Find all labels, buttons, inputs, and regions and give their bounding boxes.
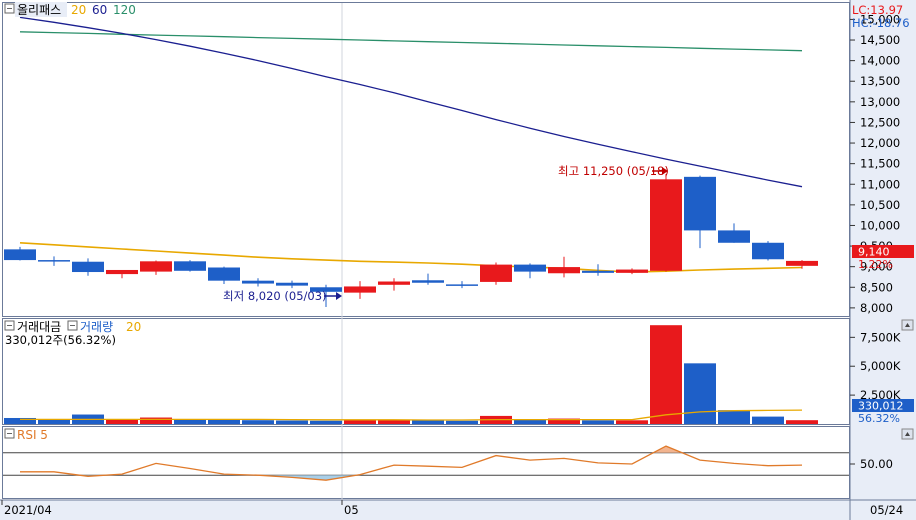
candle-down (718, 230, 750, 243)
candle-up (344, 286, 376, 293)
price-tick-label: 13,500 (860, 74, 900, 88)
price-panel-header[interactable]: 올리패스 20 60 120 (4, 2, 136, 17)
candle-down (514, 264, 546, 272)
candle-down (446, 284, 478, 286)
volume-title-amount: 거래대금 (17, 320, 61, 334)
candle-up (650, 179, 682, 271)
stock-chart: 8,0008,5009,0009,50010,00010,50011,00011… (0, 0, 916, 520)
price-tick-label: 12,000 (860, 136, 900, 150)
volume-bar (140, 417, 172, 424)
current-price-value: 9,140 (858, 246, 890, 259)
candle-up (378, 281, 410, 285)
x-label-end: 05/24 (870, 503, 903, 517)
volume-tick-label: 7,500K (860, 330, 901, 344)
volume-bar (208, 419, 240, 424)
price-tick-label: 11,000 (860, 177, 900, 191)
x-axis-background (0, 500, 916, 520)
volume-bar (582, 420, 614, 424)
candle-down (208, 267, 240, 281)
volume-bar (718, 410, 750, 424)
price-tick-label: 10,500 (860, 198, 900, 212)
candle-up (548, 267, 580, 274)
candle-down (174, 261, 206, 271)
volume-tag-pct: 56.32% (858, 412, 900, 425)
candle-up (106, 269, 138, 275)
price-tick-label: 13,000 (860, 95, 900, 109)
lc-label: LC:13.97 (852, 3, 903, 17)
candle-down (276, 282, 308, 286)
candle-up (480, 264, 512, 282)
candle-down (684, 176, 716, 231)
rsi-panel-button[interactable] (901, 428, 914, 440)
volume-bar (378, 420, 410, 424)
volume-bar (616, 420, 648, 424)
volume-bar (242, 420, 274, 424)
price-tick-label: 14,000 (860, 54, 900, 68)
price-tick-label: 11,500 (860, 157, 900, 171)
volume-panel-button[interactable] (901, 319, 914, 331)
volume-summary: 330,012주(56.32%) (5, 333, 116, 347)
volume-bar (344, 420, 376, 424)
volume-bar (684, 363, 716, 424)
volume-bar (446, 420, 478, 424)
volume-tag-value: 330,012 (858, 400, 904, 413)
volume-bar (412, 420, 444, 424)
chart-background (0, 0, 916, 520)
volume-ma-legend: 20 (126, 320, 141, 334)
price-tick-label: 14,500 (860, 33, 900, 47)
candle-down (242, 280, 274, 284)
price-tick-label: 12,500 (860, 115, 900, 129)
volume-bar (650, 325, 682, 424)
volume-bar (310, 420, 342, 424)
ma20-legend: 20 (71, 3, 86, 17)
candle-up (786, 260, 818, 266)
x-label-start: 2021/04 (4, 503, 52, 517)
rsi-title: RSI 5 (17, 428, 48, 442)
hc-label: HC:-18.76 (852, 16, 910, 30)
candle-down (412, 280, 444, 283)
x-label-mid: 05 (344, 503, 359, 517)
ma120-legend: 120 (113, 3, 136, 17)
candle-down (38, 260, 70, 262)
candle-up (616, 269, 648, 273)
candle-up (140, 261, 172, 272)
price-tick-label: 10,000 (860, 218, 900, 232)
chart-window: 8,0008,5009,0009,50010,00010,50011,00011… (0, 0, 916, 520)
candle-down (752, 242, 784, 260)
volume-tick-label: 5,000K (860, 359, 901, 373)
candle-down (4, 249, 36, 261)
low-annotation: 최저 8,020 (05/03) (223, 289, 327, 303)
candle-down (582, 270, 614, 273)
candle-down (72, 261, 104, 273)
volume-bar (786, 420, 818, 424)
volume-bar (752, 416, 784, 424)
volume-bar (276, 420, 308, 424)
volume-title-qty: 거래량 (80, 320, 113, 334)
price-tick-label: 8,000 (860, 301, 893, 315)
stock-name: 올리패스 (17, 3, 61, 17)
rsi-tick-label: 50.00 (860, 457, 893, 471)
ma60-legend: 60 (92, 3, 107, 17)
price-tick-label: 8,500 (860, 280, 893, 294)
current-price-change: 1.22% (858, 258, 893, 271)
